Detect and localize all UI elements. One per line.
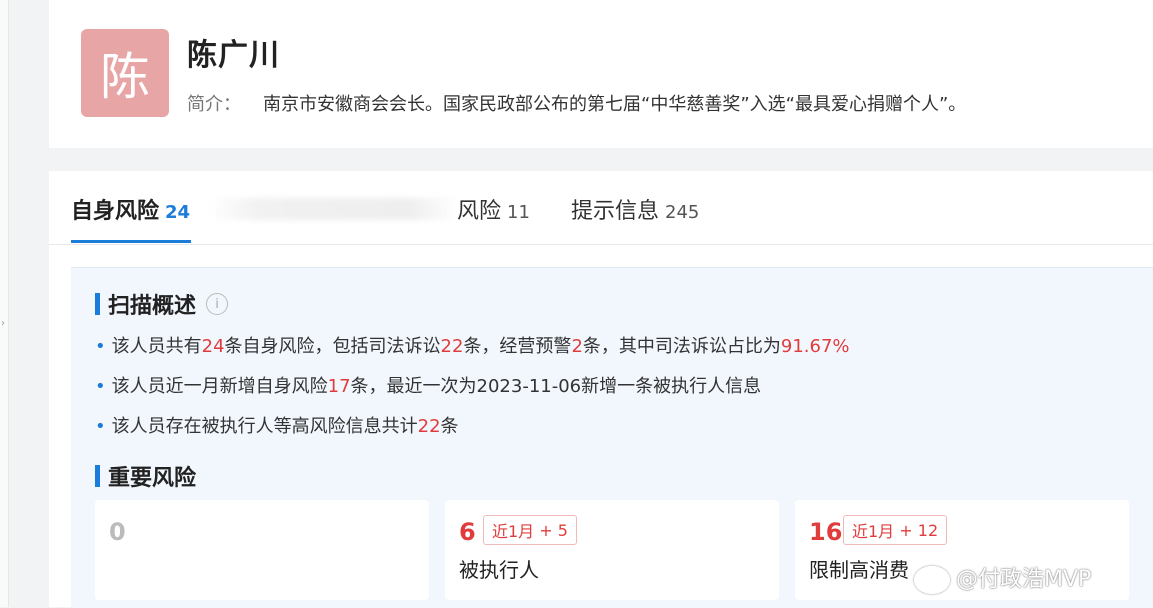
active-tab-underline — [71, 240, 191, 243]
important-title: 重要风险 — [108, 466, 197, 491]
risk-label: 被执行人 — [459, 558, 539, 582]
summary-text: 条，经营预警 — [463, 336, 572, 357]
heading-bar — [95, 465, 100, 487]
tab-related-risk[interactable]: 风险 11 — [457, 193, 530, 225]
risk-tabs: 自身风险 24 风险 11 提示信息 245 — [49, 171, 1153, 245]
important-risk-heading: 重要风险 — [95, 460, 196, 492]
weibo-watermark: @付政浩MVP — [914, 561, 1091, 594]
scan-line: • 该人员共有24条自身风险，包括司法诉讼22条，经营预警2条，其中司法诉讼占比为… — [95, 332, 850, 358]
bullet-dot-icon: • — [95, 336, 106, 357]
highlight-number: 22 — [440, 336, 464, 357]
scan-summary-heading: 扫描概述 i — [95, 288, 229, 320]
expand-arrow-icon[interactable]: › — [1, 318, 5, 329]
intro-text: 南京市安徽商会会长。国家民政部公布的第七届“中华慈善奖”入选“最具爱心捐赠个人”… — [263, 94, 967, 115]
summary-text: 条自身风险，包括司法诉讼 — [224, 336, 441, 357]
highlight-number: 17 — [327, 376, 351, 397]
tab-self-risk[interactable]: 自身风险 24 — [71, 193, 190, 225]
profile-card: 陈 陈广川 简介： 南京市安徽商会会长。国家民政部公布的第七届“中华慈善奖”入选“… — [49, 0, 1153, 148]
badge-prefix: 近1月 — [492, 522, 535, 541]
badge-prefix: 近1月 — [852, 522, 895, 541]
highlight-number: 2 — [571, 336, 583, 357]
tab-count: 24 — [165, 202, 191, 223]
highlight-number: 91.67% — [780, 336, 850, 357]
risk-count: 16 — [809, 518, 843, 546]
badge-value: + 12 — [899, 520, 939, 540]
weibo-icon — [914, 566, 950, 594]
scan-line: • 该人员近一月新增自身风险17条，最近一次为2023-11-06新增一条被执行人… — [95, 372, 761, 398]
tab-label: 风险 — [457, 199, 502, 224]
summary-text: 该人员共有 — [111, 336, 202, 357]
summary-text: 该人员存在被执行人等高风险信息共计 — [111, 416, 418, 437]
risk-count: 6 — [459, 518, 476, 546]
person-name: 陈广川 — [187, 38, 280, 73]
left-sidebar-strip — [0, 0, 9, 607]
watermark-text: @付政浩MVP — [956, 567, 1092, 592]
tab-count: 11 — [507, 202, 530, 223]
risk-main-card: 自身风险 24 风险 11 提示信息 245 扫描概述 i • 该人员共有24条自身风险… — [49, 171, 1153, 608]
risk-card-executed-person[interactable]: 6 近1月 + 5 被执行人 — [445, 500, 779, 600]
scan-panel: 扫描概述 i • 该人员共有24条自身风险，包括司法诉讼22条，经营预警2条，其中… — [71, 267, 1153, 608]
blurred-region — [209, 198, 459, 220]
tab-count: 245 — [665, 202, 700, 223]
avatar: 陈 — [81, 29, 169, 117]
badge-value: + 5 — [539, 520, 568, 540]
summary-text: 条，其中司法诉讼占比为 — [582, 336, 781, 357]
scan-line: • 该人员存在被执行人等高风险信息共计22条 — [95, 412, 459, 438]
summary-text: 条 — [440, 416, 459, 437]
bullet-dot-icon: • — [95, 376, 106, 397]
heading-bar — [95, 293, 100, 315]
summary-text: 该人员近一月新增自身风险 — [111, 376, 328, 397]
highlight-number: 24 — [201, 336, 225, 357]
highlight-number: 22 — [417, 416, 441, 437]
scan-title: 扫描概述 — [108, 294, 197, 319]
recent-increase-badge: 近1月 + 12 — [843, 515, 948, 545]
risk-count: 0 — [109, 518, 126, 546]
risk-card[interactable]: 0 — [95, 500, 429, 600]
risk-label: 限制高消费 — [809, 558, 909, 582]
intro-label: 简介： — [187, 94, 241, 115]
tab-label: 自身风险 — [71, 199, 160, 224]
tab-label: 提示信息 — [571, 199, 660, 224]
intro-row: 简介： 南京市安徽商会会长。国家民政部公布的第七届“中华慈善奖”入选“最具爱心捐赠… — [187, 90, 966, 116]
summary-text: 条，最近一次为2023-11-06新增一条被执行人信息 — [350, 376, 762, 397]
info-icon[interactable]: i — [206, 293, 229, 315]
tab-tips[interactable]: 提示信息 245 — [571, 193, 699, 225]
bullet-dot-icon: • — [95, 416, 106, 437]
recent-increase-badge: 近1月 + 5 — [483, 515, 577, 545]
